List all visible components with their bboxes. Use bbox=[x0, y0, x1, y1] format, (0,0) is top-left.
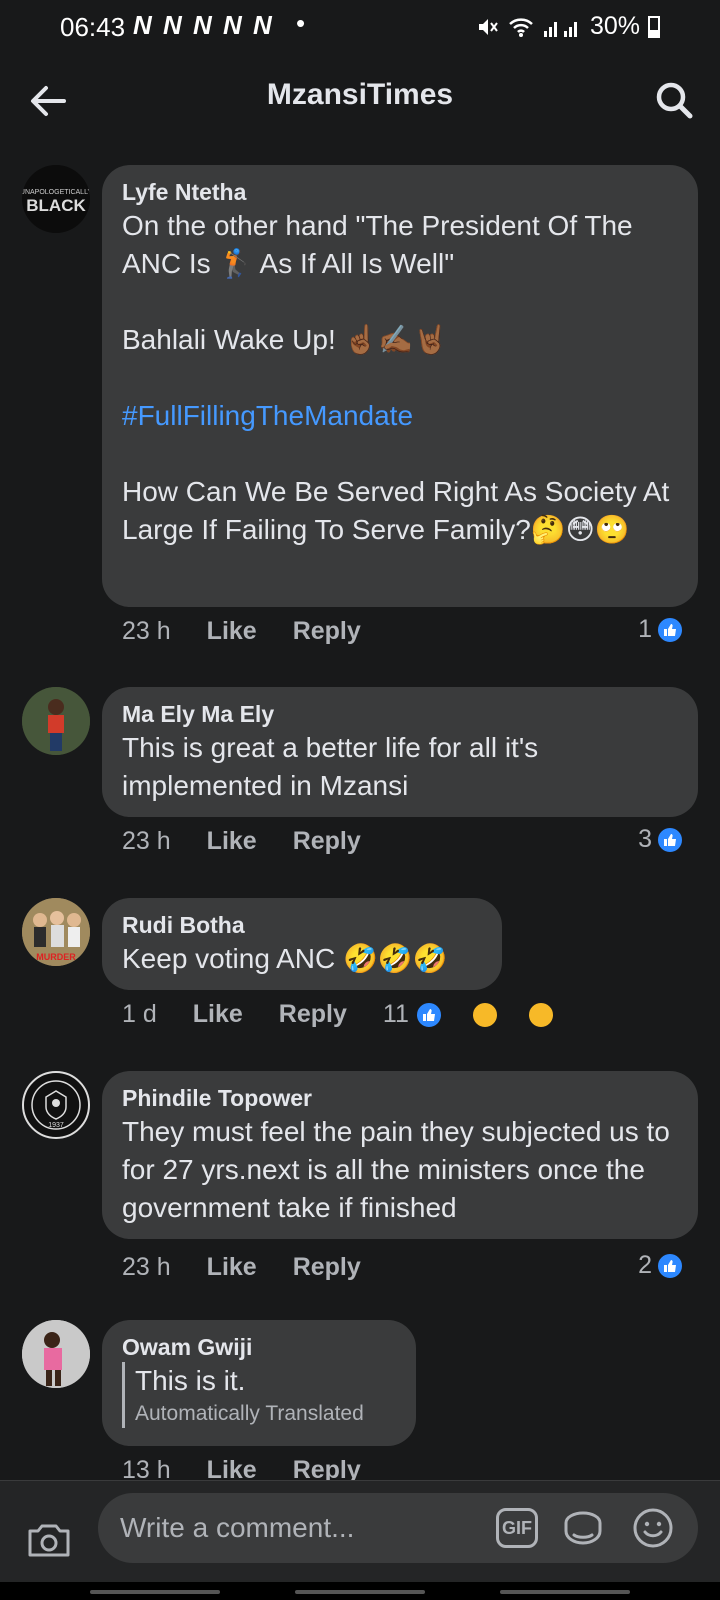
hashtag-link[interactable]: #FullFillingTheMandate bbox=[122, 397, 678, 435]
like-button[interactable]: Like bbox=[207, 1253, 257, 1282]
avatar-photo: MURDER bbox=[22, 898, 90, 966]
comment-time: 23 h bbox=[122, 1253, 171, 1281]
notification-icons: N N N N N bbox=[133, 10, 274, 40]
battery-percent: 30% bbox=[589, 12, 640, 40]
nav-back[interactable] bbox=[500, 1590, 630, 1594]
sticker-button[interactable] bbox=[560, 1505, 606, 1551]
comment-time: 1 d bbox=[122, 1000, 157, 1028]
comment-author[interactable]: Owam Gwiji bbox=[122, 1332, 396, 1362]
avatar[interactable] bbox=[22, 687, 90, 755]
comment-bubble[interactable]: Owam Gwiji This is it. Automatically Tra… bbox=[102, 1320, 416, 1446]
reaction-summary[interactable]: 1 bbox=[638, 615, 684, 644]
comment-actions: 23 h Like Reply bbox=[122, 617, 397, 646]
sad-reaction-icon bbox=[526, 1000, 555, 1029]
reply-button[interactable]: Reply bbox=[293, 827, 361, 856]
signal-icon bbox=[543, 21, 577, 37]
comment-text: Bahlali Wake Up! ☝🏾✍🏾🤘🏾 bbox=[122, 324, 449, 355]
comment-text: On the other hand "The President Of The … bbox=[122, 210, 639, 279]
nav-recents[interactable] bbox=[90, 1590, 220, 1594]
gif-button[interactable]: GIF bbox=[496, 1508, 538, 1548]
mute-icon bbox=[478, 18, 498, 35]
nav-home[interactable] bbox=[295, 1590, 425, 1594]
comment-time: 23 h bbox=[122, 617, 171, 645]
emoji-icon bbox=[633, 1508, 673, 1548]
avatar[interactable]: 1937 bbox=[22, 1071, 90, 1139]
comment-bubble[interactable]: Lyfe Ntetha On the other hand "The Presi… bbox=[102, 165, 698, 607]
avatar-photo bbox=[22, 1320, 90, 1388]
search-button[interactable] bbox=[650, 76, 700, 126]
like-button[interactable]: Like bbox=[193, 1000, 243, 1029]
reaction-summary[interactable]: 2 bbox=[638, 1251, 684, 1280]
avatar[interactable]: MURDER bbox=[22, 898, 90, 966]
like-button[interactable]: Like bbox=[207, 617, 257, 646]
reply-button[interactable]: Reply bbox=[279, 1000, 347, 1029]
status-dot: • bbox=[296, 8, 306, 38]
comment-text: This is great a better life for all it's… bbox=[122, 732, 546, 801]
club-crest-icon: 1937 bbox=[25, 1074, 87, 1136]
svg-text:UNAPOLOGETICALLY: UNAPOLOGETICALLY bbox=[22, 189, 90, 196]
battery-icon bbox=[648, 15, 660, 38]
svg-text:BLACK: BLACK bbox=[26, 196, 86, 215]
wifi-icon bbox=[509, 17, 533, 37]
comment-text: This is it. bbox=[135, 1365, 246, 1396]
comment-bubble[interactable]: Phindile Topower They must feel the pain… bbox=[102, 1071, 698, 1239]
reaction-count: 1 bbox=[638, 615, 652, 643]
comment-actions: 23 h Like Reply bbox=[122, 827, 397, 856]
camera-icon bbox=[28, 1524, 70, 1557]
avatar[interactable]: UNAPOLOGETICALLY BLACK bbox=[22, 165, 90, 233]
comment-bubble[interactable]: Rudi Botha Keep voting ANC 🤣🤣🤣 bbox=[102, 898, 502, 990]
like-reaction-icon bbox=[656, 1251, 684, 1280]
comment-actions: 23 h Like Reply bbox=[122, 1253, 397, 1282]
like-reaction-icon bbox=[414, 1000, 443, 1029]
like-reaction-icon bbox=[656, 825, 684, 854]
reply-button[interactable]: Reply bbox=[293, 617, 361, 646]
haha-reaction-icon bbox=[470, 1000, 499, 1029]
system-nav-bar bbox=[0, 1582, 720, 1600]
like-button[interactable]: Like bbox=[207, 827, 257, 856]
comment-author[interactable]: Rudi Botha bbox=[122, 910, 482, 940]
comment-text: How Can We Be Served Right As Society At… bbox=[122, 476, 678, 545]
comment-text: They must feel the pain they subjected u… bbox=[122, 1116, 678, 1223]
sticker-icon bbox=[564, 1511, 602, 1545]
emoji-button[interactable] bbox=[630, 1505, 676, 1551]
like-reaction-icon bbox=[656, 615, 684, 644]
search-icon bbox=[656, 82, 693, 119]
reaction-summary[interactable]: 11 bbox=[383, 1000, 591, 1029]
avatar-logo: UNAPOLOGETICALLY BLACK bbox=[22, 165, 90, 233]
comment-author[interactable]: Ma Ely Ma Ely bbox=[122, 699, 678, 729]
comment-actions: 1 d Like Reply 11 bbox=[122, 1000, 591, 1029]
reaction-summary[interactable]: 3 bbox=[638, 825, 684, 854]
avatar-caption: 1937 bbox=[48, 1122, 64, 1129]
translated-block: This is it. Automatically Translated bbox=[122, 1362, 396, 1428]
translation-note[interactable]: Automatically Translated bbox=[135, 1400, 396, 1428]
comment-text: Keep voting ANC 🤣🤣🤣 bbox=[122, 943, 448, 974]
top-bar: MzansiTimes bbox=[0, 60, 720, 140]
comment-author[interactable]: Lyfe Ntetha bbox=[122, 177, 678, 207]
reply-button[interactable]: Reply bbox=[293, 1253, 361, 1282]
reaction-count: 2 bbox=[638, 1251, 652, 1279]
status-bar: 06:43 N N N N N • 30% bbox=[0, 0, 720, 52]
page-title: MzansiTimes bbox=[266, 78, 454, 111]
avatar-photo bbox=[22, 687, 90, 755]
camera-button[interactable] bbox=[24, 1515, 74, 1565]
reaction-count: 11 bbox=[382, 1000, 409, 1028]
comment-time: 23 h bbox=[122, 827, 171, 855]
comment-input[interactable] bbox=[120, 1505, 480, 1551]
reaction-count: 3 bbox=[638, 825, 652, 853]
status-time: 06:43 bbox=[60, 12, 126, 42]
avatar[interactable] bbox=[22, 1320, 90, 1388]
comment-bubble[interactable]: Ma Ely Ma Ely This is great a better lif… bbox=[102, 687, 698, 817]
comment-author[interactable]: Phindile Topower bbox=[122, 1083, 678, 1113]
comment-input-box[interactable]: GIF bbox=[98, 1493, 698, 1563]
avatar-caption: MURDER bbox=[36, 952, 76, 962]
status-right: 30% bbox=[476, 12, 660, 41]
